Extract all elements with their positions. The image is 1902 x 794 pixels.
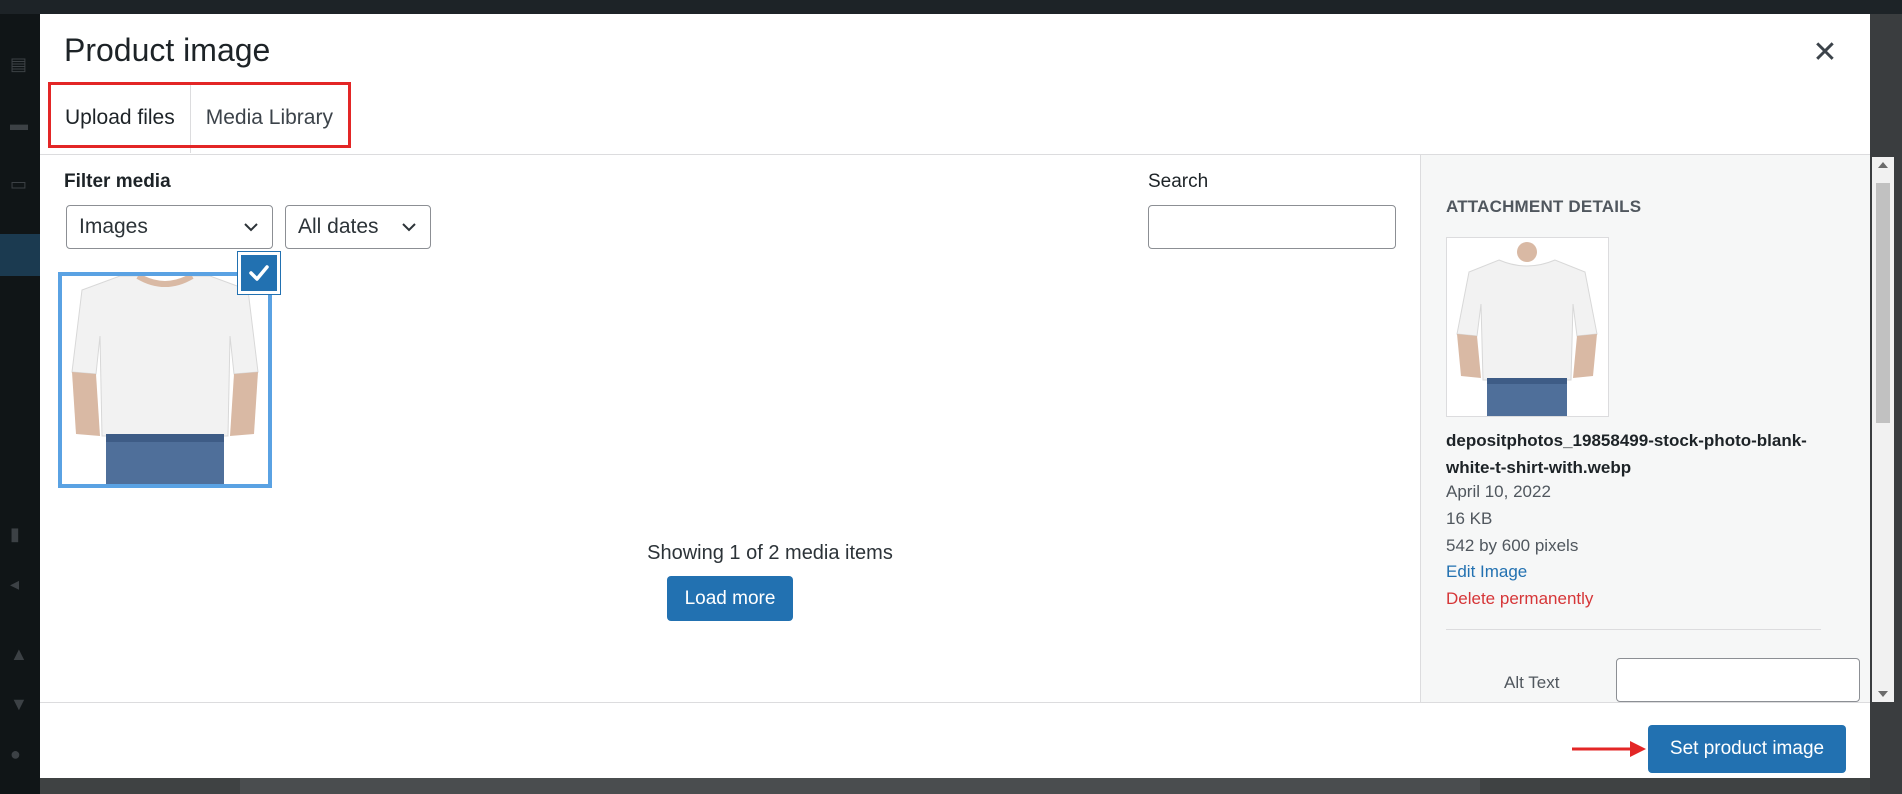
media-count-text: Showing 1 of 2 media items <box>647 542 893 564</box>
scroll-down-icon[interactable] <box>1878 691 1888 697</box>
modal-footer-divider <box>40 702 1870 703</box>
attachment-file-size: 16 KB <box>1446 509 1493 528</box>
attachment-preview <box>1446 237 1609 417</box>
details-scrollbar[interactable] <box>1872 157 1894 702</box>
appearance-icon: ▲ <box>10 644 28 664</box>
admin-top-bar <box>0 0 1902 14</box>
search-label: Search <box>1148 171 1209 192</box>
tshirt-preview-image <box>1447 238 1608 416</box>
details-divider <box>1446 629 1821 630</box>
admin-sidebar: ▤ ▬ ▭ ▮ ◂ ▲ ▼ ● <box>0 14 40 794</box>
set-product-image-button[interactable]: Set product image <box>1648 725 1846 773</box>
media-attachment-thumbnail[interactable] <box>58 272 272 488</box>
delete-permanently-link[interactable]: Delete permanently <box>1446 589 1593 609</box>
attachment-details-heading: ATTACHMENT DETAILS <box>1446 197 1642 216</box>
attachment-date: April 10, 2022 <box>1446 482 1551 501</box>
comments-icon: ▬ <box>10 114 28 134</box>
scroll-up-icon[interactable] <box>1878 162 1888 168</box>
filter-media-label: Filter media <box>64 171 171 192</box>
alt-text-input[interactable] <box>1616 658 1860 702</box>
posts-icon: ▤ <box>10 54 28 74</box>
woocommerce-icon: ▭ <box>10 174 28 194</box>
alt-text-label: Alt Text <box>1504 673 1560 692</box>
close-icon[interactable]: ✕ <box>1810 38 1840 68</box>
attachment-dimensions: 542 by 600 pixels <box>1446 536 1579 555</box>
search-input[interactable] <box>1148 205 1396 249</box>
plugins-icon: ▼ <box>10 694 28 714</box>
media-type-select[interactable]: Images <box>66 205 273 249</box>
admin-bottom-strip <box>240 778 1480 794</box>
media-date-select[interactable]: All dates <box>285 205 431 249</box>
analytics-icon: ▮ <box>10 524 20 544</box>
annotation-highlight-box <box>48 82 351 148</box>
attachment-file-name: depositphotos_19858499-stock-photo-blank… <box>1446 431 1807 477</box>
products-menu-active <box>0 234 40 276</box>
marketing-icon: ◂ <box>10 574 20 594</box>
users-icon: ● <box>10 744 21 764</box>
tshirt-image <box>62 276 268 484</box>
chevron-down-icon <box>244 223 258 232</box>
chevron-down-icon <box>402 223 416 232</box>
media-type-value: Images <box>79 215 148 238</box>
modal-title: Product image <box>64 32 271 68</box>
load-more-button[interactable]: Load more <box>667 576 793 621</box>
scrollbar-thumb[interactable] <box>1876 183 1890 423</box>
annotation-arrow-icon <box>1572 741 1646 757</box>
edit-image-link[interactable]: Edit Image <box>1446 562 1527 582</box>
media-date-value: All dates <box>298 215 379 238</box>
attachment-details-panel: ATTACHMENT DETAILS depositphotos_1985849… <box>1420 155 1870 702</box>
selected-check-icon[interactable] <box>238 252 280 294</box>
